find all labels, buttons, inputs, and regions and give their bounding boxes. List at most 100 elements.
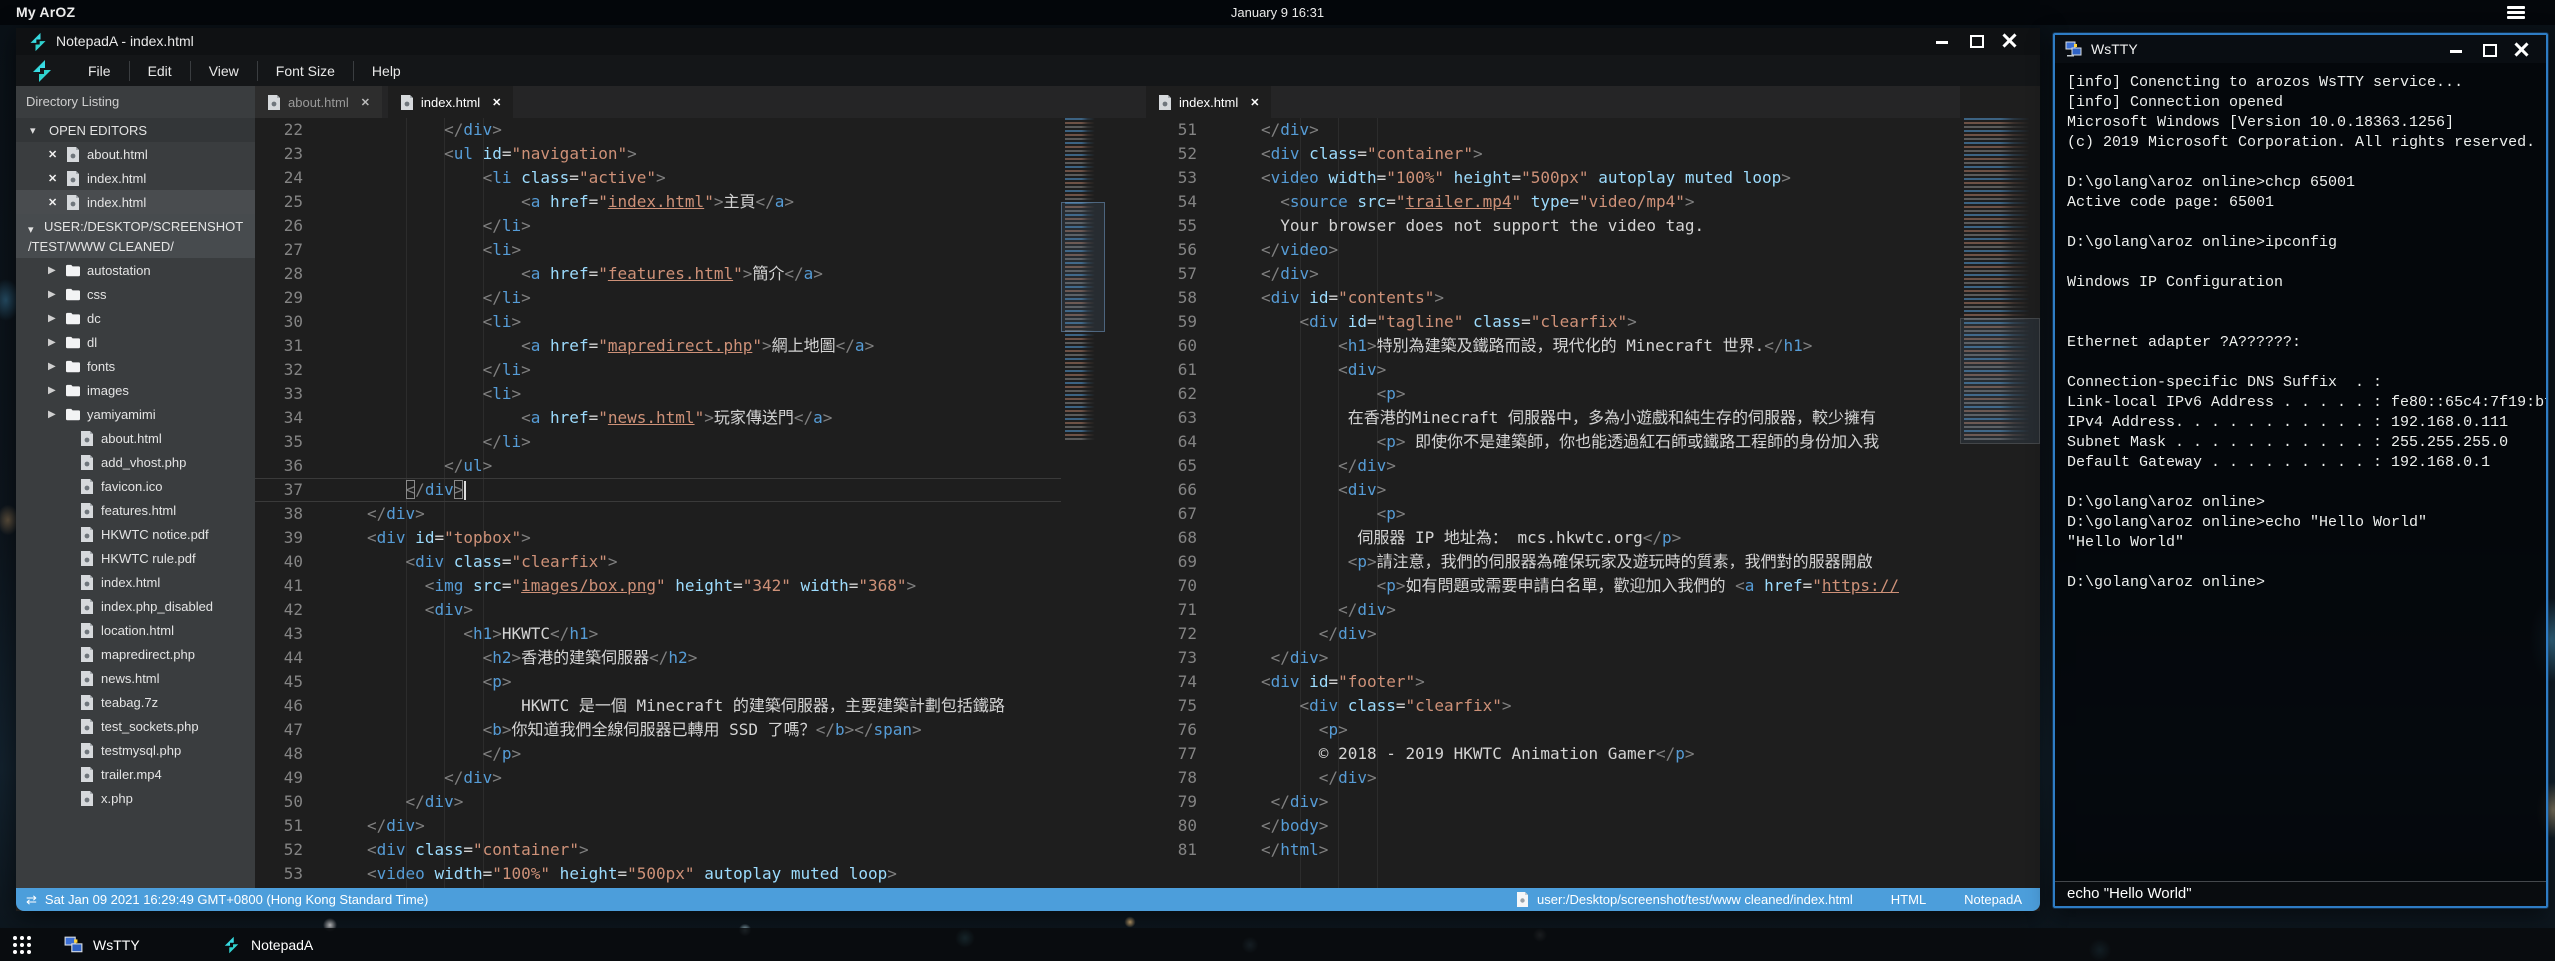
tree-folder-item[interactable]: ▶autostation <box>16 258 255 282</box>
tree-file-item[interactable]: index.html <box>16 570 255 594</box>
open-editor-item[interactable]: ✕index.html <box>16 166 255 190</box>
code-line[interactable]: 72</div> <box>1105 622 1960 646</box>
code-line[interactable]: 27<li> <box>255 238 1061 262</box>
minimize-button[interactable] <box>1934 32 1950 48</box>
code-line[interactable]: 59<div id="tagline" class="clearfix"> <box>1105 310 1960 334</box>
tree-file-item[interactable]: test_sockets.php <box>16 714 255 738</box>
menu-item-help[interactable]: Help <box>354 61 419 81</box>
tree-file-item[interactable]: features.html <box>16 498 255 522</box>
code-line[interactable]: 53<video width="100%" height="500px" aut… <box>255 862 1061 886</box>
close-icon[interactable]: ✕ <box>48 172 60 185</box>
code-line[interactable]: 51</div> <box>1105 118 1960 142</box>
chevron-right-icon[interactable]: ▶ <box>48 385 60 396</box>
root-folder-item[interactable]: ▾USER:/DESKTOP/SCREENSHOT/TEST/WWW CLEAN… <box>16 214 255 258</box>
tree-file-item[interactable]: teabag.7z <box>16 690 255 714</box>
code-line[interactable]: 42<div> <box>255 598 1061 622</box>
tree-file-item[interactable]: index.php_disabled <box>16 594 255 618</box>
tab-index.html[interactable]: index.html✕ <box>1146 86 1271 118</box>
code-line[interactable]: 49</div> <box>255 766 1061 790</box>
code-line[interactable]: 58<div id="contents"> <box>1105 286 1960 310</box>
code-line[interactable]: 48</p> <box>255 742 1061 766</box>
tree-file-item[interactable]: trailer.mp4 <box>16 762 255 786</box>
code-line[interactable]: 47<b>你知道我們全線伺服器已轉用 SSD 了嗎？</b></span> <box>255 718 1061 742</box>
code-line[interactable]: 34<a href="news.html">玩家傳送門</a> <box>255 406 1061 430</box>
open-editor-item[interactable]: ✕index.html <box>16 190 255 214</box>
taskbar-item-wstty[interactable]: WsTTY <box>50 928 196 961</box>
minimap-right[interactable] <box>1960 118 2040 888</box>
code-editor-right[interactable]: 51</div>52<div class="container">53<vide… <box>1105 118 1960 888</box>
code-line[interactable]: 51</div> <box>255 814 1061 838</box>
terminal-output[interactable]: [info] Conencting to arozos WsTTY servic… <box>2055 63 2546 882</box>
chevron-right-icon[interactable]: ▶ <box>48 337 60 348</box>
chevron-right-icon[interactable]: ▶ <box>48 361 60 372</box>
minimap-slider[interactable] <box>1061 202 1105 332</box>
chevron-right-icon[interactable]: ▶ <box>48 409 60 420</box>
minimap-left[interactable] <box>1061 118 1105 888</box>
code-line[interactable]: 37</div> <box>255 478 1061 502</box>
menu-item-edit[interactable]: Edit <box>130 61 191 81</box>
tree-folder-item[interactable]: ▶images <box>16 378 255 402</box>
code-line[interactable]: 80</body> <box>1105 814 1960 838</box>
notepada-titlebar[interactable]: NotepadA - index.html <box>16 28 2040 55</box>
menu-item-font-size[interactable]: Font Size <box>258 61 354 81</box>
open-editor-item[interactable]: ✕about.html <box>16 142 255 166</box>
menu-item-view[interactable]: View <box>191 61 258 81</box>
code-line[interactable]: 33<li> <box>255 382 1061 406</box>
tree-file-item[interactable]: location.html <box>16 618 255 642</box>
code-line[interactable]: 23<ul id="navigation"> <box>255 142 1061 166</box>
code-line[interactable]: 52<div class="container"> <box>1105 142 1960 166</box>
code-line[interactable]: 60<h1>特別為建築及鐵路而設，現代化的 Minecraft 世界.</h1> <box>1105 334 1960 358</box>
code-line[interactable]: 52<div class="container"> <box>255 838 1061 862</box>
code-line[interactable]: 57</div> <box>1105 262 1960 286</box>
code-line[interactable]: 64<p> 即使你不是建築師，你也能透過紅石師或鐵路工程師的身份加入我 <box>1105 430 1960 454</box>
code-line[interactable]: 70<p>如有問題或需要申請白名單，歡迎加入我們的 <a href="https… <box>1105 574 1960 598</box>
code-line[interactable]: 67<p> <box>1105 502 1960 526</box>
code-line[interactable]: 73</div> <box>1105 646 1960 670</box>
code-line[interactable]: 55Your browser does not support the vide… <box>1105 214 1960 238</box>
tree-file-item[interactable]: add_vhost.php <box>16 450 255 474</box>
tree-folder-item[interactable]: ▶yamiyamimi <box>16 402 255 426</box>
close-icon[interactable]: ✕ <box>48 196 60 209</box>
code-line[interactable]: 53<video width="100%" height="500px" aut… <box>1105 166 1960 190</box>
maximize-button[interactable] <box>1968 32 1984 48</box>
code-line[interactable]: 38</div> <box>255 502 1061 526</box>
code-line[interactable]: 56</video> <box>1105 238 1960 262</box>
code-line[interactable]: 32</li> <box>255 358 1061 382</box>
code-line[interactable]: 77© 2018 - 2019 HKWTC Animation Gamer</p… <box>1105 742 1960 766</box>
code-line[interactable]: 62<p> <box>1105 382 1960 406</box>
tree-folder-item[interactable]: ▶dl <box>16 330 255 354</box>
tab-close-icon[interactable]: ✕ <box>361 96 370 109</box>
tab-close-icon[interactable]: ✕ <box>492 96 501 109</box>
code-line[interactable]: 54<source src="trailer.mp4" type="video/… <box>1105 190 1960 214</box>
code-line[interactable]: 61<div> <box>1105 358 1960 382</box>
code-line[interactable]: 68伺服器 IP 地址為： mcs.hkwtc.org</p> <box>1105 526 1960 550</box>
chevron-down-icon[interactable]: ▾ <box>28 220 34 240</box>
code-line[interactable]: 78</div> <box>1105 766 1960 790</box>
code-line[interactable]: 41<img src="images/box.png" height="342"… <box>255 574 1061 598</box>
tree-file-item[interactable]: news.html <box>16 666 255 690</box>
code-line[interactable]: 79</div> <box>1105 790 1960 814</box>
status-language[interactable]: HTML <box>1891 892 1926 907</box>
code-line[interactable]: 45<p> <box>255 670 1061 694</box>
tree-file-item[interactable]: HKWTC notice.pdf <box>16 522 255 546</box>
code-line[interactable]: 24<li class="active"> <box>255 166 1061 190</box>
tree-file-item[interactable]: mapredirect.php <box>16 642 255 666</box>
code-line[interactable]: 25<a href="index.html">主頁</a> <box>255 190 1061 214</box>
chevron-right-icon[interactable]: ▶ <box>48 289 60 300</box>
code-line[interactable]: 81</html> <box>1105 838 1960 862</box>
wstty-titlebar[interactable]: WsTTY <box>2055 35 2546 63</box>
chevron-right-icon[interactable]: ▶ <box>48 313 60 324</box>
chevron-down-icon[interactable]: ▾ <box>30 124 42 137</box>
tree-folder-item[interactable]: ▶fonts <box>16 354 255 378</box>
menu-item-file[interactable]: File <box>70 61 130 81</box>
code-line[interactable]: 28<a href="features.html">簡介</a> <box>255 262 1061 286</box>
tree-file-item[interactable]: favicon.ico <box>16 474 255 498</box>
code-line[interactable]: 50</div> <box>255 790 1061 814</box>
code-line[interactable]: 46HKWTC 是一個 Minecraft 的建築伺服器，主要建築計劃包括鐵路 <box>255 694 1061 718</box>
close-icon[interactable]: ✕ <box>48 148 60 161</box>
open-editors-section[interactable]: ▾OPEN EDITORS <box>16 118 255 142</box>
tree-file-item[interactable]: x.php <box>16 786 255 810</box>
tree-folder-item[interactable]: ▶dc <box>16 306 255 330</box>
close-button[interactable] <box>2514 41 2530 57</box>
code-line[interactable]: 31<a href="mapredirect.php">網上地圖</a> <box>255 334 1061 358</box>
